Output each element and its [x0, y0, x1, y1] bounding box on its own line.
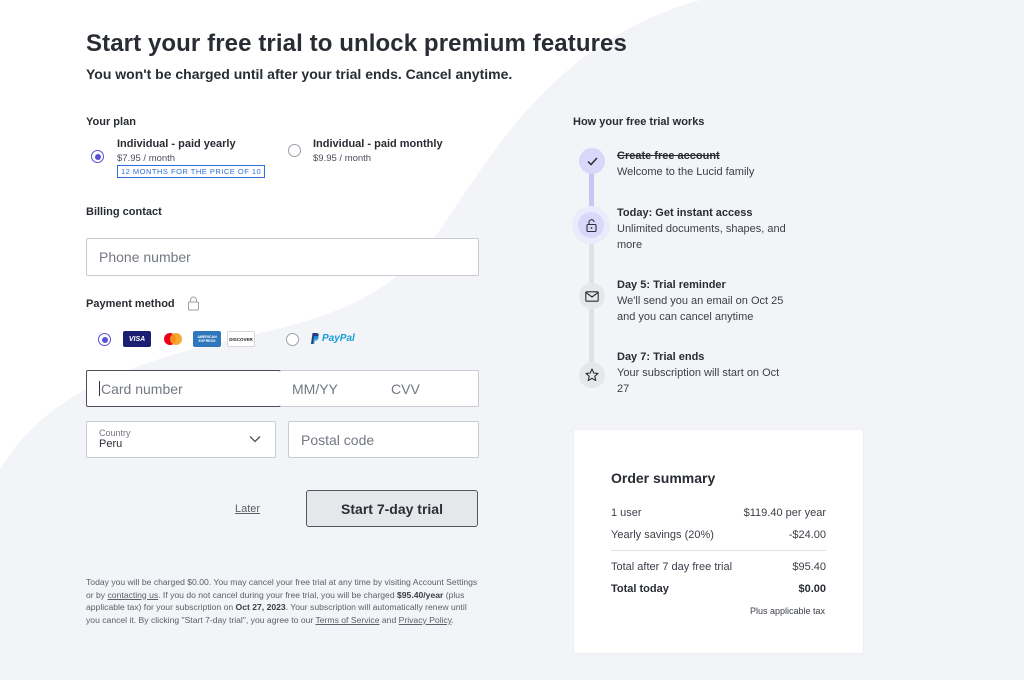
card-payment-radio[interactable]	[98, 333, 111, 346]
timeline-label: How your free trial works	[573, 116, 705, 128]
plan-monthly-radio[interactable]	[288, 144, 301, 157]
order-summary-card: Order summary 1 user $119.40 per year Yea…	[573, 429, 864, 654]
payment-method-label: Payment method	[86, 298, 175, 310]
step-4-node	[579, 362, 605, 388]
summary-row-total-after: Total after 7 day free trial $95.40	[611, 561, 826, 573]
start-trial-button[interactable]: Start 7-day trial	[306, 490, 478, 527]
step-2-title: Today: Get instant access	[617, 207, 753, 219]
paypal-icon	[311, 333, 319, 344]
card-number-field[interactable]: Card number	[86, 370, 281, 407]
plan-yearly-name: Individual - paid yearly	[117, 138, 236, 150]
privacy-policy-link[interactable]: Privacy Policy	[399, 615, 452, 625]
step-2-node-halo	[572, 206, 610, 244]
step-3-title: Day 5: Trial reminder	[617, 279, 726, 291]
summary-row-total-today: Total today $0.00	[611, 583, 826, 595]
billing-contact-label: Billing contact	[86, 206, 162, 218]
mastercard-logo	[159, 331, 187, 347]
chevron-down-icon	[249, 436, 261, 443]
step-3-node	[579, 283, 605, 309]
visa-logo: VISA	[123, 331, 151, 347]
step-4-desc: Your subscription will start on Oct 27	[617, 367, 780, 395]
check-icon	[586, 156, 598, 166]
discover-logo: DISCOVER	[227, 331, 255, 347]
terms-of-service-link[interactable]: Terms of Service	[316, 615, 380, 625]
plan-yearly-price: $7.95 / month	[117, 153, 176, 164]
summary-row-savings: Yearly savings (20%) -$24.00	[611, 529, 826, 541]
postal-code-field[interactable]: Postal code	[288, 421, 479, 458]
mail-icon	[585, 290, 599, 302]
tax-note: Plus applicable tax	[749, 606, 825, 616]
summary-divider	[611, 550, 826, 551]
lock-icon	[188, 296, 199, 311]
contact-us-link[interactable]: contacting us	[108, 590, 159, 600]
amex-logo: AMERICAN EXPRESS	[193, 331, 221, 347]
plan-yearly-badge: 12 MONTHS FOR THE PRICE OF 10	[117, 165, 266, 178]
step-3-desc: We'll send you an email on Oct 25 and yo…	[617, 295, 784, 323]
phone-number-field[interactable]: Phone number	[86, 238, 479, 276]
expiry-cvv-field[interactable]: MM/YY CVV	[280, 370, 479, 407]
your-plan-label: Your plan	[86, 116, 136, 128]
plan-monthly-name: Individual - paid monthly	[313, 138, 443, 150]
unlock-icon	[585, 218, 597, 232]
step-2-desc: Unlimited documents, shapes, and more	[617, 223, 786, 251]
card-number-placeholder: Card number	[101, 380, 183, 397]
trial-checkout-page: Start your free trial to unlock premium …	[0, 0, 1024, 680]
paypal-payment-radio[interactable]	[286, 333, 299, 346]
summary-row-users: 1 user $119.40 per year	[611, 507, 826, 519]
step-2-node	[578, 212, 604, 238]
postal-code-placeholder: Postal code	[301, 431, 375, 448]
step-4-title: Day 7: Trial ends	[617, 351, 705, 363]
page-title: Start your free trial to unlock premium …	[86, 30, 627, 57]
cvv-placeholder[interactable]: CVV	[391, 381, 420, 397]
text-caret	[99, 381, 100, 396]
order-summary-title: Order summary	[611, 470, 716, 486]
country-select[interactable]: Country Peru	[86, 421, 276, 458]
page-subtitle: You won't be charged until after your tr…	[86, 66, 513, 82]
plan-yearly-radio[interactable]	[91, 150, 104, 163]
phone-number-placeholder: Phone number	[99, 249, 191, 265]
paypal-logo: PayPal	[311, 333, 355, 344]
later-link[interactable]: Later	[235, 503, 260, 515]
star-icon	[585, 368, 599, 382]
legal-disclaimer: Today you will be charged $0.00. You may…	[86, 577, 478, 625]
step-1-desc: Welcome to the Lucid family	[617, 166, 755, 178]
step-1-title: Create free account	[617, 150, 720, 162]
expiry-placeholder[interactable]: MM/YY	[292, 381, 391, 397]
plan-monthly-price: $9.95 / month	[313, 153, 372, 164]
step-1-node	[579, 148, 605, 174]
